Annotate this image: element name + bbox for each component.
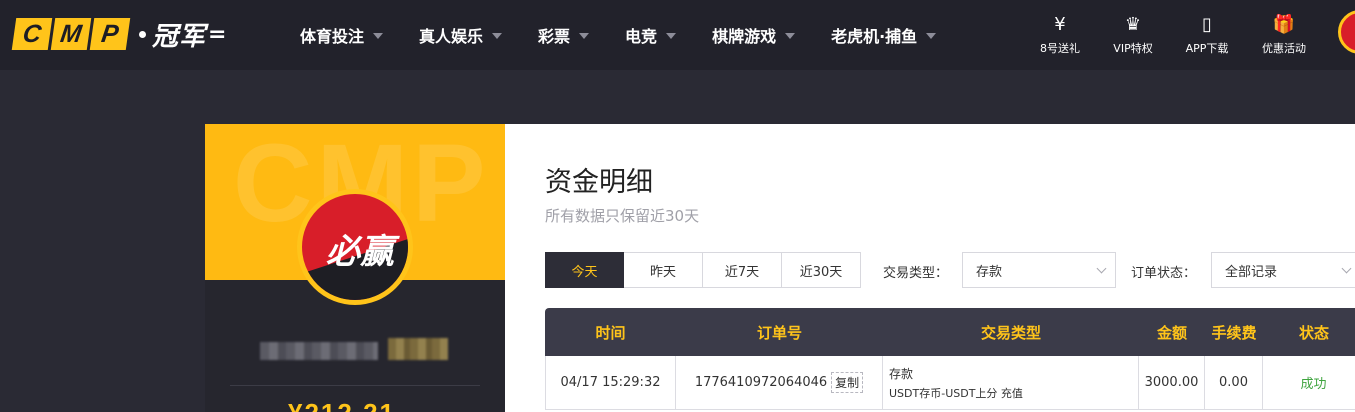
- main-nav: 体育投注 真人娱乐 彩票 电竞 棋牌游戏 老虎机·捕鱼: [300, 0, 972, 70]
- ticket-icon: ¥: [1054, 13, 1066, 35]
- logo-cn-text: 冠军: [152, 21, 207, 52]
- tab-yesterday[interactable]: 昨天: [624, 252, 703, 288]
- copy-button[interactable]: 复制: [831, 372, 864, 393]
- cell-status: 成功: [1300, 377, 1327, 392]
- nav-label: 电竞: [625, 27, 658, 46]
- nav-item-live-casino[interactable]: 真人娱乐: [419, 23, 503, 47]
- tab-last-7-days[interactable]: 近7天: [703, 252, 782, 288]
- gift-icon: 🎁: [1272, 13, 1296, 35]
- profile-avatar: 必赢: [297, 189, 413, 305]
- user-avatar-button[interactable]: [1338, 10, 1355, 54]
- chevron-down-icon: [666, 33, 677, 39]
- crown-icon: ♛: [1124, 13, 1142, 35]
- column-header-fee: 手续费: [1211, 323, 1257, 342]
- nav-label: 棋牌游戏: [712, 27, 777, 46]
- chevron-down-icon: [1341, 263, 1352, 274]
- profile-divider: [230, 385, 480, 386]
- nav-label: 老虎机·捕鱼: [831, 27, 918, 46]
- quick-link-label: VIP特权: [1113, 42, 1153, 55]
- logo-dot: [139, 30, 146, 38]
- transactions-table: 时间 订单号 交易类型 金额 手续费 状态 04/17 15:29:32 177…: [545, 308, 1355, 410]
- transaction-type-select[interactable]: 存款: [962, 252, 1116, 288]
- order-number: 1776410972064046: [694, 375, 828, 390]
- vip-level-blurred: [388, 338, 448, 360]
- logo-letter: C: [11, 18, 53, 50]
- column-header-order-no: 订单号: [756, 323, 802, 342]
- cell-time: 04/17 15:29:32: [546, 356, 676, 409]
- nav-item-card-games[interactable]: 棋牌游戏: [712, 23, 796, 47]
- page-title: 资金明细: [545, 167, 653, 198]
- type-detail: USDT存币-USDT上分 充值: [889, 386, 1023, 400]
- order-status-label: 订单状态：: [1131, 266, 1197, 281]
- transaction-type-value: 存款: [976, 264, 1003, 280]
- table-header: 时间 订单号 交易类型 金额 手续费 状态: [545, 308, 1355, 356]
- chevron-down-icon: [1096, 263, 1107, 274]
- column-header-time: 时间: [595, 323, 626, 342]
- quick-link-promotions[interactable]: 🎁 优惠活动: [1246, 12, 1322, 56]
- tablet-icon: ▯: [1202, 13, 1212, 35]
- nav-item-lottery[interactable]: 彩票: [538, 23, 590, 47]
- tab-last-30-days[interactable]: 近30天: [782, 252, 861, 288]
- transaction-type-label: 交易类型：: [883, 266, 949, 281]
- order-status-value: 全部记录: [1225, 264, 1278, 280]
- nav-item-slots-fishing[interactable]: 老虎机·捕鱼: [831, 23, 937, 47]
- chevron-down-icon: [579, 33, 590, 39]
- top-bar: C M P 冠军 = 体育投注 真人娱乐 彩票 电竞 棋牌游戏 老虎机·捕鱼 ¥…: [0, 0, 1355, 70]
- brand-logo[interactable]: C M P 冠军 =: [11, 16, 227, 52]
- column-header-type: 交易类型: [980, 323, 1041, 342]
- column-header-status: 状态: [1298, 323, 1329, 342]
- type-main: 存款: [889, 366, 914, 381]
- quick-link-app-download[interactable]: ▯ APP下载: [1169, 12, 1245, 56]
- cell-order-no: 1776410972064046 复制: [676, 356, 883, 409]
- chevron-down-icon: [926, 33, 937, 39]
- nav-label: 体育投注: [300, 27, 365, 46]
- nav-item-esports[interactable]: 电竞: [625, 23, 677, 47]
- chevron-down-icon: [785, 33, 796, 39]
- quick-link-label: 8号送礼: [1040, 42, 1080, 55]
- profile-card: CMP 必赢: [205, 124, 505, 412]
- logo-letter: M: [50, 18, 92, 50]
- order-status-select[interactable]: 全部记录: [1211, 252, 1355, 288]
- username-blurred: [260, 342, 378, 360]
- nav-label: 彩票: [538, 27, 571, 46]
- table-row[interactable]: 04/17 15:29:32 1776410972064046 复制 存款 US…: [545, 356, 1355, 410]
- quick-link-gift-8th[interactable]: ¥ 8号送礼: [1022, 12, 1098, 56]
- cell-fee: 0.00: [1205, 356, 1263, 409]
- nav-item-sports[interactable]: 体育投注: [300, 23, 384, 47]
- page-subtitle: 所有数据只保留近30天: [545, 207, 700, 225]
- column-header-amount: 金额: [1156, 323, 1187, 342]
- fund-details-panel: 资金明细 所有数据只保留近30天 今天 昨天 近7天 近30天 交易类型： 存款…: [505, 124, 1355, 412]
- chevron-down-icon: [373, 33, 384, 39]
- date-range-tabs: 今天 昨天 近7天 近30天: [545, 252, 861, 288]
- quick-link-label: 优惠活动: [1262, 42, 1306, 55]
- logo-letter: P: [89, 18, 131, 50]
- cell-type: 存款 USDT存币-USDT上分 充值: [883, 356, 1139, 409]
- cell-amount: 3000.00: [1139, 356, 1205, 409]
- tab-today[interactable]: 今天: [545, 252, 624, 288]
- quick-link-label: APP下载: [1185, 42, 1229, 55]
- chevron-down-icon: [492, 33, 503, 39]
- quick-link-vip[interactable]: ♛ VIP特权: [1095, 12, 1171, 56]
- nav-label: 真人娱乐: [419, 27, 484, 46]
- logo-dash: =: [208, 21, 227, 47]
- account-balance: ¥212.21: [288, 398, 396, 412]
- avatar-logo-text: 必赢: [326, 232, 394, 272]
